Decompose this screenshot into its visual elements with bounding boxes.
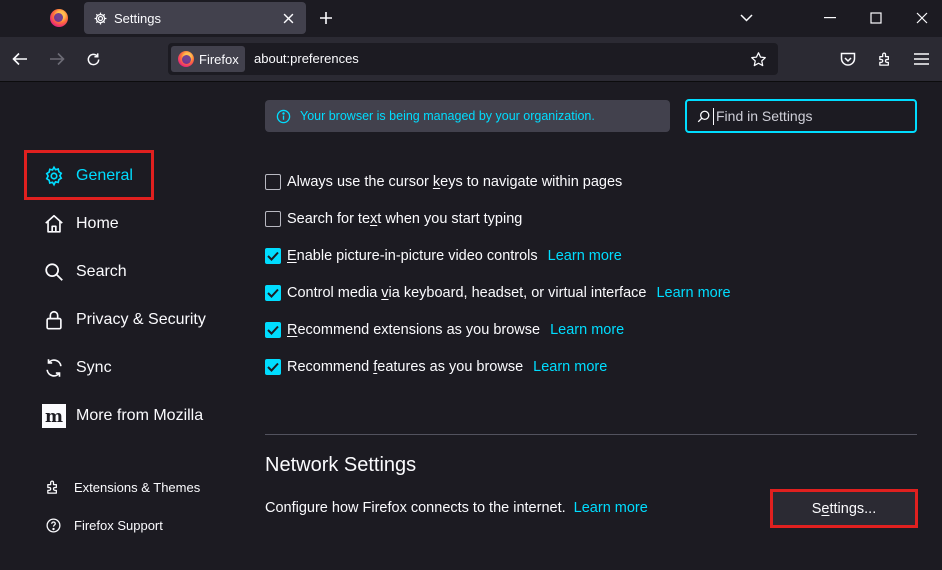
gear-icon bbox=[92, 10, 108, 26]
list-all-tabs-icon[interactable] bbox=[734, 6, 758, 30]
text-caret bbox=[713, 107, 714, 125]
sidebar-item-privacy[interactable]: Privacy & Security bbox=[42, 305, 206, 335]
option-label: Recommend extensions as you browse bbox=[287, 322, 541, 338]
option-label: Search for text when you start typing bbox=[287, 211, 523, 227]
hamburger-menu-icon[interactable] bbox=[907, 45, 935, 73]
option-label: Recommend features as you browse bbox=[287, 359, 524, 375]
maximize-icon[interactable] bbox=[864, 6, 888, 30]
puzzle-icon bbox=[44, 478, 62, 496]
option-cursor-keys[interactable]: Always use the cursor keys to navigate w… bbox=[265, 171, 622, 193]
sync-icon bbox=[42, 356, 66, 380]
categories-sidebar: General Home Search Privacy & Security S… bbox=[0, 82, 240, 570]
option-label: Always use the cursor keys to navigate w… bbox=[287, 174, 623, 190]
sidebar-link-firefox-support[interactable]: Firefox Support bbox=[44, 514, 163, 536]
network-description-text: Configure how Firefox connects to the in… bbox=[265, 500, 566, 516]
sidebar-item-label: Privacy & Security bbox=[76, 311, 206, 328]
section-divider bbox=[265, 434, 917, 435]
identity-label: Firefox bbox=[199, 51, 239, 67]
checkbox[interactable] bbox=[265, 211, 281, 227]
learn-more-link[interactable]: Learn more bbox=[533, 359, 607, 375]
home-icon bbox=[42, 212, 66, 236]
sidebar-item-label: Home bbox=[76, 215, 119, 232]
firefox-logo-icon bbox=[178, 51, 194, 67]
tab-strip: Settings bbox=[0, 0, 942, 37]
sidebar-item-label: Sync bbox=[76, 359, 112, 376]
network-learn-more-link[interactable]: Learn more bbox=[574, 500, 648, 516]
network-settings-heading: Network Settings bbox=[265, 454, 417, 476]
pinned-firefox-tab[interactable] bbox=[40, 2, 78, 34]
info-icon bbox=[275, 108, 291, 124]
option-label: Enable picture-in-picture video controls bbox=[287, 248, 538, 264]
option-label: Control media via keyboard, headset, or … bbox=[287, 285, 647, 301]
sidebar-item-more-from-mozilla[interactable]: m More from Mozilla bbox=[42, 401, 203, 431]
help-icon bbox=[44, 516, 62, 534]
forward-arrow-icon[interactable] bbox=[43, 45, 71, 73]
policy-banner-text: Your browser is being managed by your or… bbox=[300, 109, 595, 123]
option-media-control[interactable]: Control media via keyboard, headset, or … bbox=[265, 282, 731, 304]
checkbox-checked[interactable] bbox=[265, 248, 281, 264]
new-tab-button[interactable] bbox=[314, 6, 338, 30]
learn-more-link[interactable]: Learn more bbox=[656, 285, 730, 301]
lock-icon bbox=[42, 308, 66, 332]
pocket-icon[interactable] bbox=[834, 45, 862, 73]
option-recommend-features[interactable]: Recommend features as you browse Learn m… bbox=[265, 356, 607, 378]
minimize-icon[interactable] bbox=[818, 6, 842, 30]
sidebar-item-search[interactable]: Search bbox=[42, 257, 127, 287]
sidebar-link-label: Extensions & Themes bbox=[74, 479, 201, 495]
network-settings-button[interactable]: Settings... bbox=[770, 489, 918, 528]
checkbox[interactable] bbox=[265, 174, 281, 190]
back-arrow-icon[interactable] bbox=[6, 45, 34, 73]
sidebar-item-label: General bbox=[76, 167, 133, 184]
search-icon bbox=[42, 260, 66, 284]
search-input[interactable] bbox=[716, 108, 906, 124]
sidebar-item-label: Search bbox=[76, 263, 127, 280]
checkbox-checked[interactable] bbox=[265, 359, 281, 375]
reload-icon[interactable] bbox=[79, 45, 107, 73]
sidebar-item-general[interactable]: General bbox=[42, 161, 133, 191]
find-in-settings-box[interactable] bbox=[685, 99, 917, 133]
option-recommend-extensions[interactable]: Recommend extensions as you browse Learn… bbox=[265, 319, 624, 341]
policy-banner[interactable]: Your browser is being managed by your or… bbox=[265, 100, 670, 132]
identity-box[interactable]: Firefox bbox=[171, 46, 245, 72]
option-search-typing[interactable]: Search for text when you start typing bbox=[265, 208, 522, 230]
option-picture-in-picture[interactable]: Enable picture-in-picture video controls… bbox=[265, 245, 622, 267]
network-settings-button-label: Settings... bbox=[811, 500, 877, 517]
search-icon bbox=[695, 108, 711, 124]
sidebar-link-label: Firefox Support bbox=[74, 517, 163, 533]
firefox-logo-icon bbox=[50, 9, 68, 27]
sidebar-item-home[interactable]: Home bbox=[42, 209, 119, 239]
checkbox-checked[interactable] bbox=[265, 285, 281, 301]
sidebar-item-sync[interactable]: Sync bbox=[42, 353, 112, 383]
tab-settings[interactable]: Settings bbox=[84, 2, 306, 34]
learn-more-link[interactable]: Learn more bbox=[548, 248, 622, 264]
url-text[interactable]: about:preferences bbox=[254, 51, 359, 66]
navigation-toolbar: Firefox about:preferences bbox=[0, 37, 942, 82]
url-bar[interactable]: Firefox about:preferences bbox=[168, 43, 778, 75]
extensions-puzzle-icon[interactable] bbox=[871, 45, 899, 73]
learn-more-link[interactable]: Learn more bbox=[550, 322, 624, 338]
close-window-icon[interactable] bbox=[910, 6, 934, 30]
gear-icon bbox=[42, 164, 66, 188]
checkbox-checked[interactable] bbox=[265, 322, 281, 338]
bookmark-star-icon[interactable] bbox=[748, 49, 768, 69]
close-tab-icon[interactable] bbox=[280, 10, 296, 26]
sidebar-item-label: More from Mozilla bbox=[76, 407, 204, 424]
network-settings-description: Configure how Firefox connects to the in… bbox=[265, 500, 648, 516]
mozilla-m-icon: m bbox=[42, 404, 66, 428]
tab-title: Settings bbox=[114, 10, 161, 26]
svg-text:m: m bbox=[45, 407, 63, 427]
sidebar-link-extensions-themes[interactable]: Extensions & Themes bbox=[44, 476, 200, 498]
